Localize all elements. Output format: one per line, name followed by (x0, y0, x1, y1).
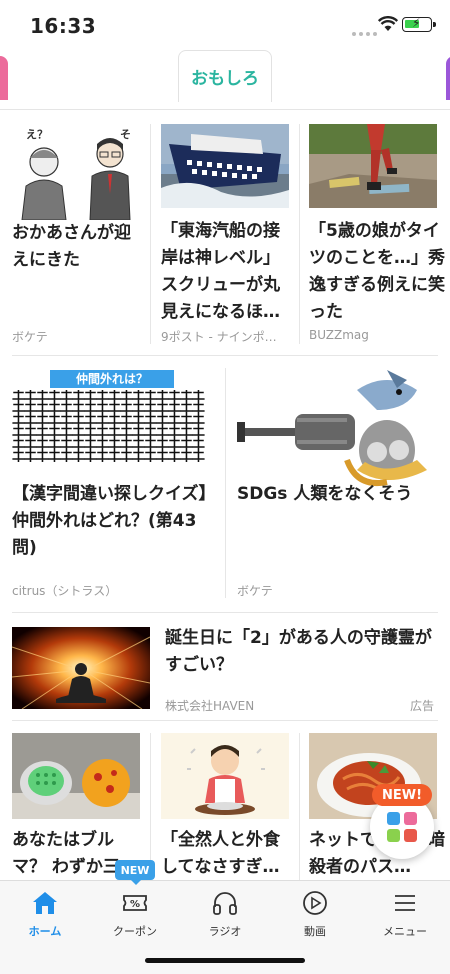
article-source: BUZZmag (309, 328, 369, 342)
tab-column[interactable]: コラム (18, 56, 98, 100)
quiz-label: 仲間外れは？ (50, 370, 174, 388)
article-title: 「東海汽船の接岸は神レベル」スクリューが丸見えになるほ… (161, 221, 280, 322)
article-thumbnail (309, 124, 437, 208)
wifi-icon (378, 16, 398, 31)
headphones-icon (213, 892, 237, 915)
article-title: 【漢字間違い探しクイズ】仲間外れはどれ？(第43問) (12, 484, 216, 558)
article-card[interactable]: SDGs 人類をなくそう ボケテ (225, 356, 450, 611)
article-thumbnail: え？ そ (12, 124, 140, 220)
coupon-icon: % (123, 895, 147, 911)
article-source: citrus（シトラス） (12, 584, 118, 598)
ad-source: 株式会社HAVEN (165, 699, 255, 713)
nav-radio[interactable]: ラジオ (180, 887, 270, 939)
nav-label: 動画 (304, 925, 326, 938)
apps-grid-icon (387, 812, 400, 825)
tab-omoshiro[interactable]: おもしろ (178, 50, 272, 102)
article-thumbnail (161, 124, 289, 208)
article-thumbnail: 仲間外れは？ 土土土土土土土土土土土土土土土土土土土土土土土土土土土土土土土土土… (12, 370, 212, 462)
hamburger-menu-icon (395, 895, 415, 911)
kanji-grid: 土土土土土土土土土土土土土土土土土土土土土土土土土土土土土土土土土土土土土土土土… (12, 390, 205, 462)
fab-new-badge: NEW! (372, 784, 432, 806)
nav-label: クーポン (113, 925, 157, 938)
article-thumbnail (12, 733, 140, 819)
article-feed: え？ そ おかあさんが迎えにきた ボケテ 「東海汽船の接岸は神レベル」スクリュー… (0, 110, 450, 880)
nav-label: メニュー (383, 925, 427, 938)
nav-label: ラジオ (208, 925, 242, 938)
tab-matome[interactable]: まとめ (98, 56, 178, 100)
nav-home[interactable]: ホーム (0, 887, 90, 939)
article-title: 「全然人と外食してなさすぎ… (161, 830, 280, 877)
signal-dots-icon (352, 21, 380, 40)
tab-gourmet[interactable]: グルメ (272, 56, 352, 100)
coupon-glyph: % (130, 899, 140, 910)
comic-text-right: そ (120, 128, 131, 141)
home-icon (33, 892, 57, 914)
status-time: 16:33 (30, 14, 97, 38)
tab-partial-right[interactable] (446, 56, 450, 100)
nav-video[interactable]: 動画 (270, 887, 360, 939)
article-card[interactable]: え？ そ おかあさんが迎えにきた ボケテ (0, 110, 150, 355)
ad-label: 広告 (410, 699, 435, 713)
article-source: ボケテ (12, 330, 48, 344)
tab-partial-left[interactable] (0, 56, 8, 100)
tab-odekake[interactable]: おでかけ (352, 56, 446, 100)
article-card[interactable]: あなたはブルマ？ わずか三… (0, 721, 150, 880)
article-source: ボケテ (237, 584, 273, 598)
article-title: 「5歳の娘がタイツのことを…」秀逸すぎる例えに笑った (309, 221, 445, 322)
article-title: おかあさんが迎えにきた (12, 223, 131, 270)
article-card[interactable]: 「東海汽船の接岸は神レベル」スクリューが丸見えになるほ… 9ポスト - ナインポ… (150, 110, 300, 355)
article-card[interactable]: 「5歳の娘がタイツのことを…」秀逸すぎる例えに笑った BUZZmag (300, 110, 450, 355)
nav-menu[interactable]: メニュー (360, 887, 450, 939)
article-card[interactable]: 「全然人と外食してなさすぎ… (150, 721, 300, 880)
home-indicator (145, 958, 305, 963)
article-title: SDGs 人類をなくそう (237, 484, 413, 504)
ad-card[interactable]: 誕生日に「2」がある人の守護霊がすごい？ 株式会社HAVEN 広告 (0, 613, 450, 721)
article-thumbnail (161, 733, 289, 819)
article-source: 9ポスト - ナインポ… (161, 330, 277, 344)
status-bar: 16:33 ⚡ (0, 0, 450, 48)
ad-title: 誕生日に「2」がある人の守護霊がすごい？ (165, 628, 432, 675)
play-circle-icon (303, 891, 327, 915)
article-card[interactable]: 仲間外れは？ 土土土土土土土土土土土土土土土土土土土土土土土土土土土土土土土土土… (0, 356, 225, 611)
nav-coupon[interactable]: % クーポン (90, 887, 180, 939)
ad-thumbnail (12, 627, 150, 709)
category-tab-bar: コラム まとめ おもしろ グルメ おでかけ (0, 48, 450, 110)
comic-text-left: え？ (26, 128, 48, 141)
article-thumbnail (237, 370, 437, 488)
nav-label: ホーム (28, 925, 62, 938)
battery-icon: ⚡ (402, 16, 436, 32)
coupon-new-badge: NEW (115, 860, 155, 885)
